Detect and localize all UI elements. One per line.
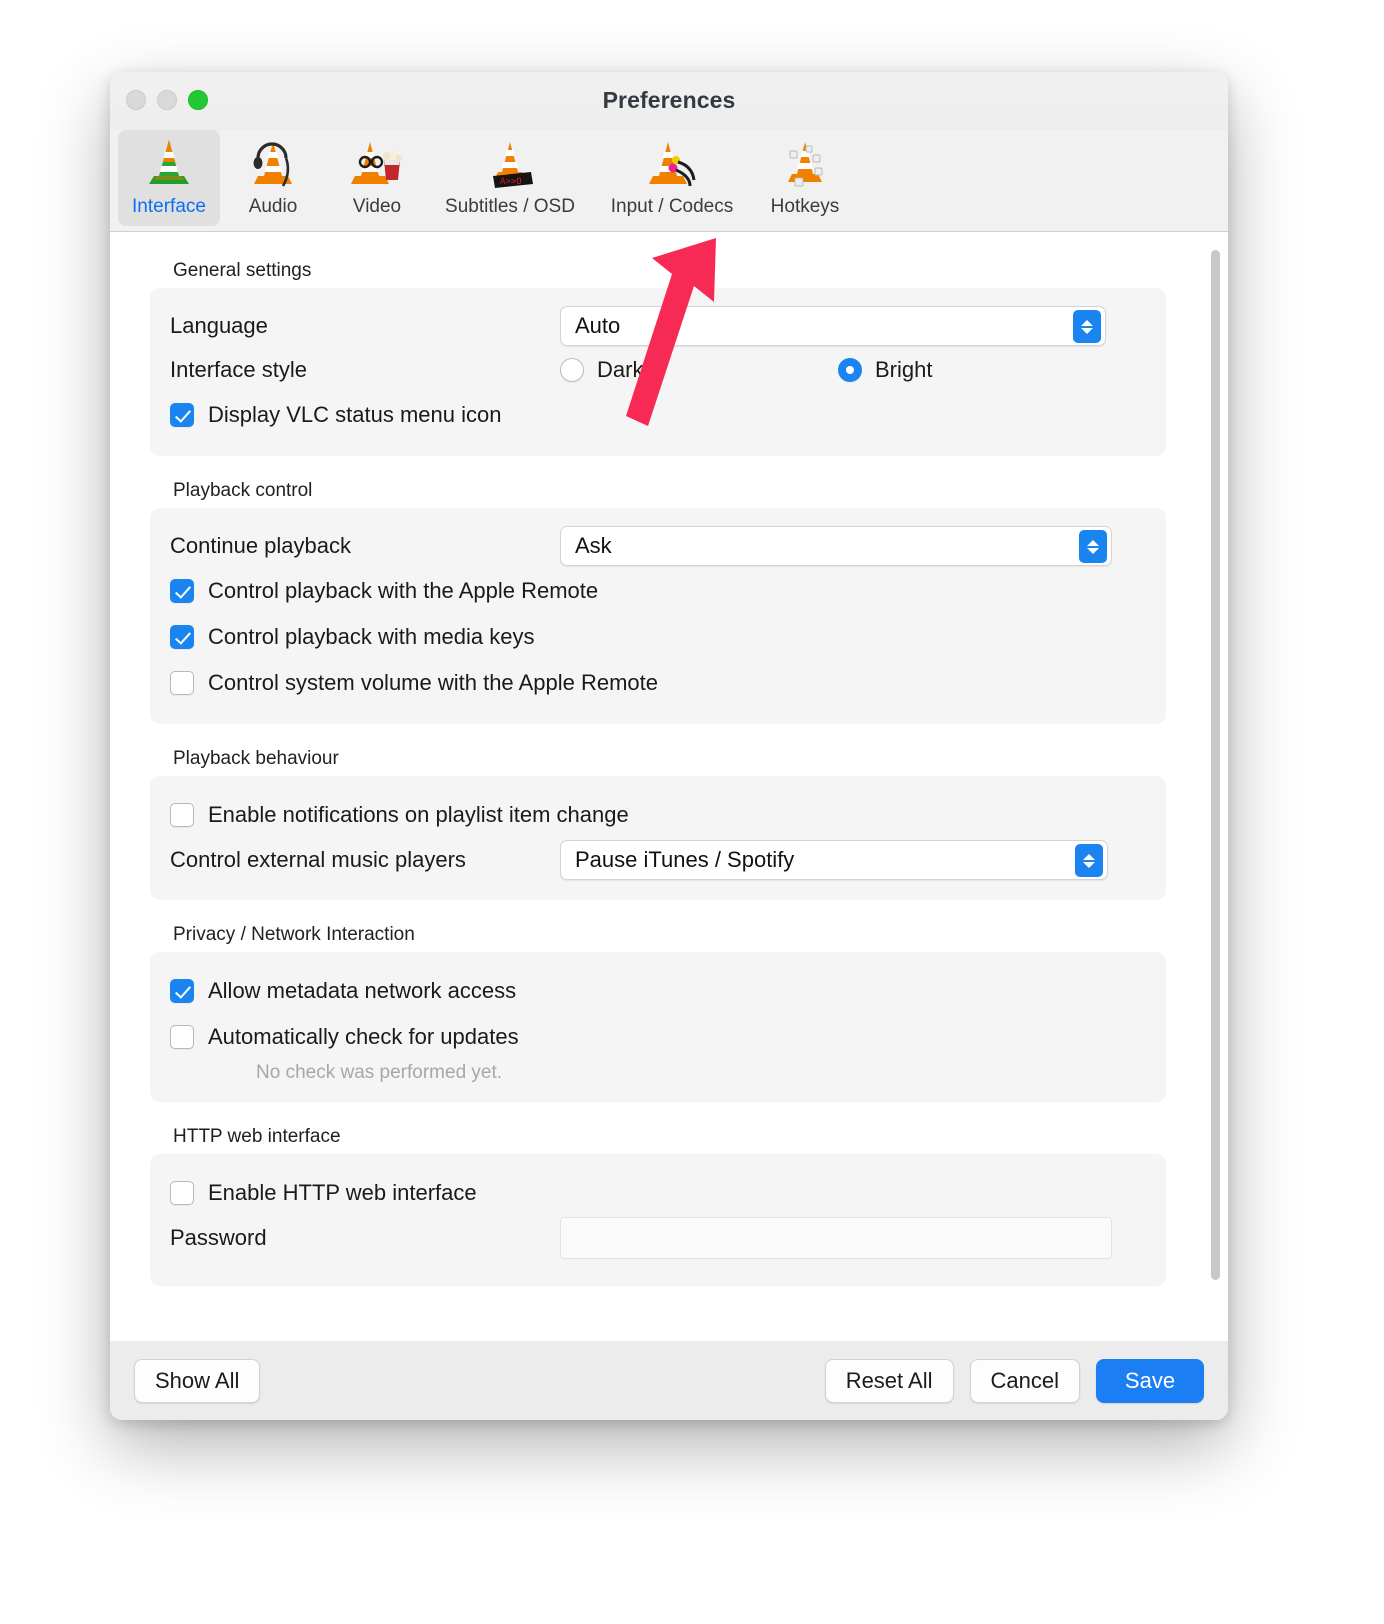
vlc-cone-cables-icon: [649, 142, 696, 187]
window-titlebar: Preferences: [110, 72, 1228, 130]
checkbox-metadata-access-label: Allow metadata network access: [208, 978, 517, 1003]
checkbox-metadata-access-box[interactable]: [170, 979, 194, 1003]
language-select[interactable]: Auto: [560, 306, 1106, 346]
radio-bright-indicator[interactable]: [838, 358, 862, 382]
checkbox-metadata-access[interactable]: Allow metadata network access: [170, 968, 1146, 1014]
save-button[interactable]: Save: [1096, 1358, 1204, 1403]
checkbox-apple-remote-label: Control playback with the Apple Remote: [208, 578, 599, 603]
dialog-footer: Show All Reset All Cancel Save: [110, 1341, 1228, 1420]
preferences-toolbar: Interface Audio Video A>>O Subtitles / O…: [110, 130, 1228, 232]
group-general-settings: General settings Language Auto Interface…: [150, 260, 1166, 456]
checkbox-enable-http-label: Enable HTTP web interface: [208, 1180, 477, 1205]
checkbox-system-volume-label: Control system volume with the Apple Rem…: [208, 670, 658, 695]
screenshot-root: Preferences Interface Audio Video A>>O S…: [0, 0, 1384, 1624]
checkbox-status-menu-label: Display VLC status menu icon: [208, 402, 502, 427]
external-players-row: Control external music players Pause iTu…: [170, 838, 1146, 882]
language-label: Language: [170, 313, 268, 338]
vlc-cone-keys-icon: [788, 142, 823, 187]
language-value: Auto: [575, 313, 621, 338]
checkbox-system-volume-box[interactable]: [170, 671, 194, 695]
vlc-cone-subtitles-icon: A>>O: [493, 142, 533, 188]
tab-hotkeys[interactable]: Hotkeys: [754, 130, 856, 226]
checkbox-status-menu-box[interactable]: [170, 403, 194, 427]
tab-audio-label: Audio: [248, 196, 298, 217]
stepper-icon[interactable]: [1073, 310, 1101, 343]
continue-playback-label: Continue playback: [170, 533, 352, 558]
tab-interface[interactable]: Interface: [118, 130, 220, 226]
vlc-cone-icon: [149, 140, 189, 184]
external-players-label: Control external music players: [170, 847, 466, 872]
external-players-value: Pause iTunes / Spotify: [575, 847, 795, 872]
password-row: Password: [170, 1216, 1146, 1260]
vlc-cone-popcorn-icon: [351, 142, 403, 184]
radio-dark[interactable]: Dark: [560, 357, 838, 383]
tab-input-codecs-label: Input / Codecs: [610, 196, 734, 217]
checkbox-system-volume[interactable]: Control system volume with the Apple Rem…: [170, 660, 1146, 706]
continue-playback-select[interactable]: Ask: [560, 526, 1112, 566]
preferences-window: Preferences Interface Audio Video A>>O S…: [110, 72, 1228, 1420]
stepper-icon[interactable]: [1079, 530, 1107, 563]
radio-dark-label: Dark: [597, 357, 644, 382]
group-playback-control-title: Playback control: [173, 480, 313, 501]
checkbox-media-keys-label: Control playback with media keys: [208, 624, 535, 649]
group-privacy-network: Privacy / Network Interaction Allow meta…: [150, 924, 1166, 1102]
group-general-settings-title: General settings: [173, 260, 312, 281]
tab-subtitles-osd-label: Subtitles / OSD: [445, 196, 575, 217]
content-scrollbar[interactable]: [1211, 240, 1224, 1335]
stepper-icon[interactable]: [1075, 844, 1103, 877]
tab-audio[interactable]: Audio: [222, 130, 324, 226]
group-http-web-interface: HTTP web interface Enable HTTP web inter…: [150, 1126, 1166, 1286]
vlc-cone-headphones-icon: [253, 142, 292, 187]
language-row: Language Auto: [170, 304, 1146, 348]
update-check-status: No check was performed yet.: [256, 1062, 503, 1083]
group-playback-behaviour: Playback behaviour Enable notifications …: [150, 748, 1166, 900]
checkbox-notifications-box[interactable]: [170, 803, 194, 827]
show-all-button[interactable]: Show All: [134, 1358, 261, 1403]
tab-video-label: Video: [352, 196, 402, 217]
svg-text:A>>O: A>>O: [500, 177, 522, 187]
checkbox-enable-http-box[interactable]: [170, 1181, 194, 1205]
checkbox-auto-updates-box[interactable]: [170, 1025, 194, 1049]
settings-scroll-area: General settings Language Auto Interface…: [110, 232, 1228, 1310]
cancel-button[interactable]: Cancel: [969, 1358, 1080, 1403]
checkbox-auto-updates[interactable]: Automatically check for updates: [170, 1014, 1146, 1060]
checkbox-apple-remote-box[interactable]: [170, 579, 194, 603]
radio-bright-label: Bright: [875, 357, 933, 382]
continue-playback-value: Ask: [575, 533, 612, 558]
checkbox-notifications-label: Enable notifications on playlist item ch…: [208, 802, 629, 827]
interface-style-label: Interface style: [170, 357, 307, 382]
password-input[interactable]: [560, 1217, 1112, 1259]
tab-subtitles-osd[interactable]: A>>O Subtitles / OSD: [430, 130, 590, 226]
external-players-select[interactable]: Pause iTunes / Spotify: [560, 840, 1108, 880]
interface-style-row: Interface style Dark Bright: [170, 348, 1146, 392]
tab-video[interactable]: Video: [326, 130, 428, 226]
tab-interface-label: Interface: [132, 196, 206, 217]
window-title: Preferences: [602, 87, 736, 113]
checkbox-media-keys[interactable]: Control playback with media keys: [170, 614, 1146, 660]
continue-playback-row: Continue playback Ask: [170, 524, 1146, 568]
group-privacy-network-title: Privacy / Network Interaction: [173, 924, 415, 945]
checkbox-media-keys-box[interactable]: [170, 625, 194, 649]
radio-dark-indicator[interactable]: [560, 358, 584, 382]
tab-hotkeys-label: Hotkeys: [770, 196, 840, 217]
checkbox-auto-updates-label: Automatically check for updates: [208, 1024, 519, 1049]
checkbox-status-menu[interactable]: Display VLC status menu icon: [170, 392, 1146, 438]
tab-input-codecs[interactable]: Input / Codecs: [592, 130, 752, 226]
password-label: Password: [170, 1225, 267, 1250]
group-playback-behaviour-title: Playback behaviour: [173, 748, 339, 769]
group-http-web-interface-title: HTTP web interface: [173, 1126, 341, 1147]
content-scrollbar-thumb[interactable]: [1211, 250, 1220, 1280]
preferences-content: General settings Language Auto Interface…: [110, 232, 1228, 1341]
group-playback-control: Playback control Continue playback Ask C…: [150, 480, 1166, 724]
reset-all-button[interactable]: Reset All: [824, 1358, 954, 1403]
radio-bright[interactable]: Bright: [838, 357, 932, 383]
checkbox-enable-http[interactable]: Enable HTTP web interface: [170, 1170, 1146, 1216]
checkbox-notifications[interactable]: Enable notifications on playlist item ch…: [170, 792, 1146, 838]
checkbox-apple-remote[interactable]: Control playback with the Apple Remote: [170, 568, 1146, 614]
